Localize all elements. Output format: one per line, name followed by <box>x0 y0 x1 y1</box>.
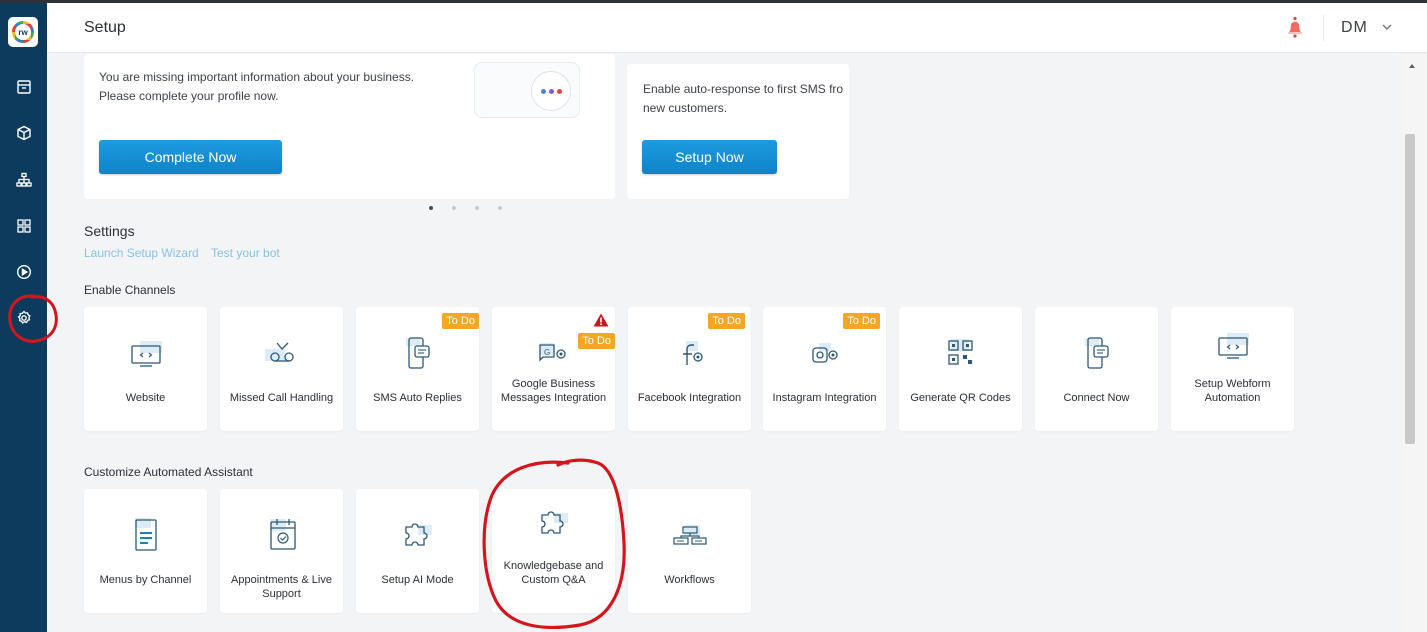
tile-label: Menus by Channel <box>99 574 192 586</box>
carousel-dot[interactable] <box>498 206 502 210</box>
workflow-icon <box>672 525 707 545</box>
customize-assistant-heading: Customize Automated Assistant <box>84 465 253 479</box>
page-title: Setup <box>84 19 126 36</box>
instagram-gear-icon <box>811 343 838 363</box>
promo2-text-line2: new customers. <box>643 101 728 115</box>
carousel-dot[interactable] <box>429 206 433 210</box>
assistant-tile-workflows[interactable]: Workflows <box>628 489 751 613</box>
app-logo[interactable]: rw <box>8 17 38 47</box>
sidebar-item-products[interactable] <box>0 118 47 148</box>
promo2-text-line1: Enable auto-response to first SMS fro <box>643 82 844 96</box>
todo-badge: To Do <box>708 313 745 329</box>
tile-label: Generate QR Codes <box>910 392 1011 404</box>
todo-badge: To Do <box>843 313 880 329</box>
notification-bell-icon[interactable] <box>1283 15 1307 39</box>
assistant-tile-ai-mode[interactable]: Setup AI Mode <box>356 489 479 613</box>
sidebar-item-hierarchy[interactable] <box>0 165 47 195</box>
sidebar-item-dashboard[interactable] <box>0 211 47 241</box>
tile-label: Instagram Integration <box>772 392 877 404</box>
scroll-thumb[interactable] <box>1405 134 1415 444</box>
tile-label: SMS Auto Replies <box>373 392 462 404</box>
svg-text:G: G <box>544 348 550 357</box>
grid-icon <box>16 219 31 233</box>
channel-tile-sms-auto-replies[interactable]: To Do SMS Auto Replies <box>356 307 479 431</box>
warning-icon <box>593 313 609 327</box>
channel-tile-webform[interactable]: Setup Webform Automation <box>1171 307 1294 431</box>
puzzle-icon <box>404 523 432 546</box>
tile-label: Google Business Messages Integration <box>500 378 607 404</box>
tile-label: Connect Now <box>1063 392 1130 404</box>
channel-tile-facebook[interactable]: To Do Facebook Integration <box>628 307 751 431</box>
document-icon <box>134 518 157 551</box>
vertical-scrollbar[interactable] <box>1403 54 1427 632</box>
todo-badge: To Do <box>442 313 479 329</box>
tile-label: Setup AI Mode <box>381 574 454 586</box>
launch-setup-wizard-link[interactable]: Launch Setup Wizard <box>84 246 199 260</box>
carousel-dot[interactable] <box>452 206 456 210</box>
profile-promo-card: You are missing important information ab… <box>84 54 615 199</box>
qr-code-icon <box>947 339 973 365</box>
promo-text-line1: You are missing important information ab… <box>99 70 415 84</box>
carousel-dot[interactable] <box>475 206 479 210</box>
scroll-up-arrow-icon[interactable] <box>1409 64 1415 68</box>
chevron-down-icon[interactable] <box>1381 21 1393 33</box>
calendar-check-icon <box>269 519 296 550</box>
promo-text-line2: Please complete your profile now. <box>99 89 279 103</box>
annotation-circle-knowledgebase <box>482 458 626 630</box>
phone-message-icon <box>1084 337 1109 369</box>
main-content: You are missing important information ab… <box>47 54 1403 632</box>
assistant-tile-menus[interactable]: Menus by Channel <box>84 489 207 613</box>
channel-tile-connect-now[interactable]: Connect Now <box>1035 307 1158 431</box>
complete-now-button[interactable]: Complete Now <box>99 140 282 174</box>
top-header: Setup DM <box>47 3 1427 53</box>
enable-channels-heading: Enable Channels <box>84 283 176 297</box>
archive-icon <box>16 80 31 94</box>
header-divider <box>1323 15 1324 41</box>
settings-heading: Settings <box>84 223 135 239</box>
channel-tile-website[interactable]: Website <box>84 307 207 431</box>
sms-promo-card: Enable auto-response to first SMS fro ne… <box>627 64 849 199</box>
monitor-code-icon <box>1217 333 1249 359</box>
google-gear-icon: G <box>538 343 566 362</box>
logo-text: rw <box>15 24 31 40</box>
chat-illustration <box>474 62 580 118</box>
phone-message-icon <box>405 337 430 369</box>
tile-label: Appointments & Live Support <box>231 574 332 600</box>
user-menu[interactable]: DM <box>1341 19 1368 37</box>
tile-label: Setup Webform Automation <box>1194 378 1271 404</box>
tile-label: Workflows <box>664 574 715 586</box>
monitor-code-icon <box>130 341 162 367</box>
sidebar-item-media[interactable] <box>0 257 47 287</box>
annotation-circle-gear <box>8 294 58 343</box>
channel-tile-instagram[interactable]: To Do Instagram Integration <box>763 307 886 431</box>
tile-label: Website <box>125 392 166 404</box>
channel-tile-qr-codes[interactable]: Generate QR Codes <box>899 307 1022 431</box>
sidebar-item-archive[interactable] <box>0 72 47 102</box>
assistant-tile-appointments[interactable]: Appointments & Live Support <box>220 489 343 613</box>
facebook-gear-icon <box>682 341 703 365</box>
channel-tile-google-business[interactable]: To Do G Google Business Messages Integra… <box>492 307 615 431</box>
voicemail-icon <box>264 342 294 362</box>
tile-label: Facebook Integration <box>637 392 742 404</box>
hierarchy-icon <box>15 172 32 187</box>
setup-now-button[interactable]: Setup Now <box>642 140 777 174</box>
tile-label: Missed Call Handling <box>229 392 334 404</box>
carousel-pager <box>429 206 502 210</box>
chat-bubble-icon <box>531 71 571 111</box>
box-icon <box>16 125 31 141</box>
test-your-bot-link[interactable]: Test your bot <box>211 246 280 260</box>
channel-tile-missed-call[interactable]: Missed Call Handling <box>220 307 343 431</box>
play-icon <box>16 264 31 280</box>
